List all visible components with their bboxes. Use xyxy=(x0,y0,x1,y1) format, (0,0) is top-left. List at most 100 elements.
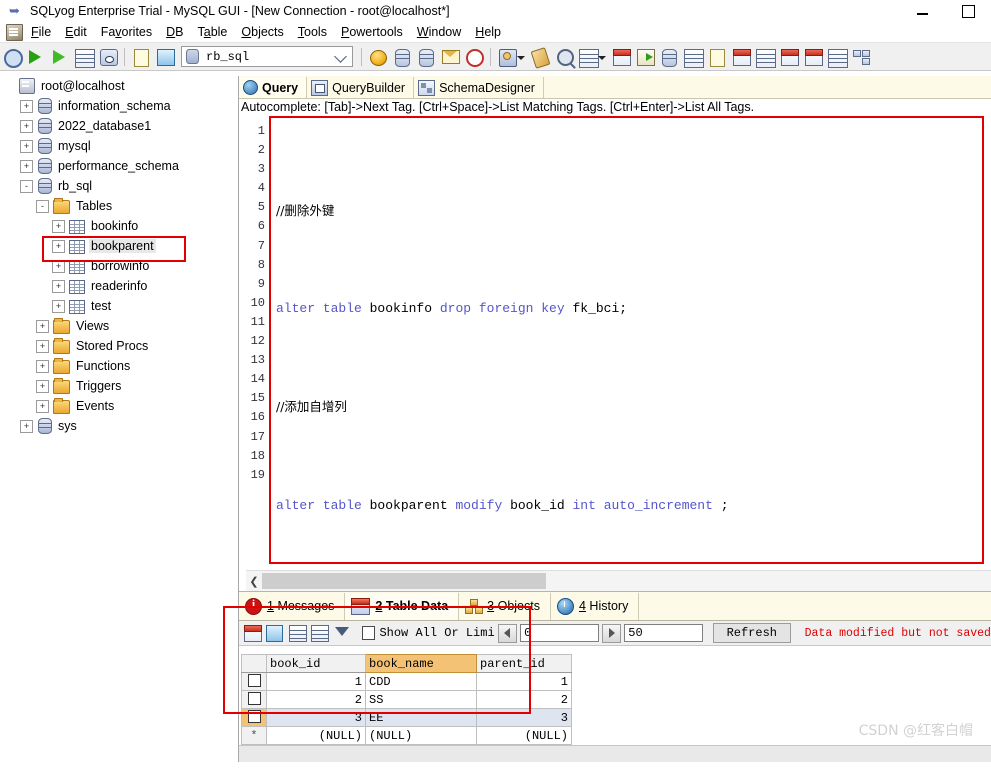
refresh-icon[interactable] xyxy=(154,46,176,68)
manage-indexes-icon[interactable] xyxy=(826,46,848,68)
menu-item-window[interactable]: Window xyxy=(410,23,468,41)
create-table-icon[interactable] xyxy=(754,46,776,68)
maximize-button[interactable] xyxy=(945,0,991,22)
refresh-data-icon[interactable] xyxy=(242,623,262,643)
menu-item-file[interactable]: FFileile xyxy=(24,23,58,41)
tree-node-root-localhost[interactable]: root@localhost xyxy=(0,76,238,96)
tree-node-information-schema[interactable]: + information_schema xyxy=(0,96,238,116)
copy-table-icon[interactable] xyxy=(682,46,704,68)
menu-item-db[interactable]: DB xyxy=(159,23,190,41)
limit-input[interactable]: 50 xyxy=(624,624,703,642)
clean-icon[interactable] xyxy=(529,46,551,69)
manage-users-icon[interactable] xyxy=(367,46,389,68)
export-to-file-icon[interactable] xyxy=(706,46,728,68)
new-connection-icon[interactable] xyxy=(1,46,23,68)
data-grid[interactable]: book_id book_name parent_id 1 CDD 1 2 SS 2 3 EE… xyxy=(241,654,572,745)
cell-book-id[interactable]: (NULL) xyxy=(266,726,366,745)
tree-node-triggers[interactable]: + Triggers xyxy=(0,376,238,396)
row-checkbox[interactable] xyxy=(247,673,261,687)
chevron-down-icon[interactable] xyxy=(517,52,526,61)
next-page-button[interactable] xyxy=(601,623,622,643)
restore-database-icon[interactable] xyxy=(415,46,437,68)
menu-item-tools[interactable]: Tools xyxy=(291,23,334,41)
row-checkbox[interactable] xyxy=(247,709,261,723)
cell-parent-id[interactable]: 3 xyxy=(476,708,572,727)
backup-database-icon[interactable] xyxy=(391,46,413,68)
tab-messages[interactable]: 1 Messages xyxy=(239,592,346,620)
cell-book-name[interactable]: SS xyxy=(365,690,477,709)
table-row[interactable]: * (NULL) (NULL) (NULL) xyxy=(241,726,572,745)
tree-node-events[interactable]: + Events xyxy=(0,396,238,416)
tree-node-stored-procs[interactable]: + Stored Procs xyxy=(0,336,238,356)
tree-node-tables[interactable]: - Tables xyxy=(0,196,238,216)
expand-icon[interactable]: + xyxy=(20,139,33,153)
expand-icon[interactable]: + xyxy=(52,219,65,233)
expand-icon[interactable]: + xyxy=(20,99,33,113)
insert-table-icon[interactable] xyxy=(802,46,824,68)
scroll-left-icon[interactable]: ❮ xyxy=(246,573,262,589)
tree-node-performance-schema[interactable]: + performance_schema xyxy=(0,156,238,176)
sql-editor[interactable]: 1 2 3 4 5 6 7 8 9 10 11 12 13 14 15 16 17 18 19 //删除外键 alt… xyxy=(241,116,984,564)
expand-icon[interactable]: + xyxy=(36,339,49,353)
tree-node-sys[interactable]: + sys xyxy=(0,416,238,436)
cell-book-name[interactable]: CDD xyxy=(365,672,477,691)
cell-book-name[interactable]: EE xyxy=(365,708,477,727)
expand-icon[interactable]: + xyxy=(52,279,65,293)
row-checkbox[interactable] xyxy=(247,691,261,705)
import-external-data-icon[interactable] xyxy=(610,46,632,68)
tree-node-views[interactable]: + Views xyxy=(0,316,238,336)
copy-database-icon[interactable] xyxy=(658,46,680,68)
tree-node-2022-database1[interactable]: +2022_database1 xyxy=(0,116,238,136)
open-query-icon[interactable] xyxy=(130,46,152,68)
find-icon[interactable] xyxy=(553,46,575,68)
filter-icon[interactable] xyxy=(331,623,351,643)
expand-icon[interactable]: + xyxy=(52,299,65,313)
expand-icon[interactable]: + xyxy=(20,159,33,173)
expand-icon[interactable]: + xyxy=(52,239,65,253)
menu-item-powertools[interactable]: Powertools xyxy=(334,23,410,41)
table-row[interactable]: 1 CDD 1 xyxy=(241,672,572,691)
delete-row-icon[interactable] xyxy=(287,623,307,643)
editor-horizontal-scrollbar[interactable]: ❮ xyxy=(246,570,991,591)
tree-node-rb-sql[interactable]: - rb_sql xyxy=(0,176,238,196)
row-selector-cell[interactable] xyxy=(241,690,267,709)
menu-item-favorites[interactable]: Favorites xyxy=(94,23,159,41)
cell-parent-id[interactable]: 2 xyxy=(476,690,572,709)
send-email-icon[interactable] xyxy=(439,46,461,68)
explain-query-icon[interactable] xyxy=(97,46,119,68)
row-selector-cell[interactable] xyxy=(241,672,267,691)
collapse-icon[interactable]: - xyxy=(20,179,33,193)
expand-icon[interactable]: + xyxy=(20,419,33,433)
scheduled-backup-icon[interactable] xyxy=(463,46,485,68)
tab-history[interactable]: 4 History xyxy=(551,592,640,620)
menu-item-objects[interactable]: Objects xyxy=(234,23,290,41)
database-selector[interactable]: rb_sql xyxy=(181,46,353,67)
execute-all-queries-icon[interactable] xyxy=(49,46,71,68)
sql-code-area[interactable]: //删除外键 alter table bookinfo drop foreign… xyxy=(271,118,982,562)
expand-icon[interactable]: + xyxy=(20,119,33,133)
column-header-book-id[interactable]: book_id xyxy=(266,654,366,673)
row-selector-cell[interactable]: * xyxy=(241,726,267,745)
expand-icon[interactable]: + xyxy=(36,359,49,373)
tab-query[interactable]: Query xyxy=(239,77,308,98)
tree-node-borrowinfo[interactable]: + borrowinfo xyxy=(0,256,238,276)
offset-input[interactable]: 0 xyxy=(520,624,599,642)
export-resultset-icon[interactable] xyxy=(634,46,656,68)
menu-item-help[interactable]: Help xyxy=(468,23,508,41)
expand-icon[interactable]: + xyxy=(36,319,49,333)
cell-book-id[interactable]: 2 xyxy=(266,690,366,709)
schema-designer-icon[interactable] xyxy=(850,46,872,68)
discard-changes-icon[interactable] xyxy=(309,623,330,643)
tree-node-functions[interactable]: + Functions xyxy=(0,356,238,376)
cell-book-id[interactable]: 3 xyxy=(266,708,366,727)
execute-query-icon[interactable] xyxy=(25,46,47,68)
tab-querybuilder[interactable]: QueryBuilder xyxy=(307,77,415,98)
refresh-button[interactable]: Refresh xyxy=(712,623,791,643)
column-header-book-name[interactable]: book_name xyxy=(365,654,477,673)
minimize-button[interactable] xyxy=(899,0,945,22)
menu-item-edit[interactable]: Edit xyxy=(58,23,94,41)
app-menu-icon[interactable] xyxy=(4,23,24,41)
prev-page-button[interactable] xyxy=(497,623,518,643)
object-browser-tree[interactable]: root@localhost + information_schema +2022_d… xyxy=(0,76,239,762)
tab-objects[interactable]: 3 Objects xyxy=(459,592,551,620)
